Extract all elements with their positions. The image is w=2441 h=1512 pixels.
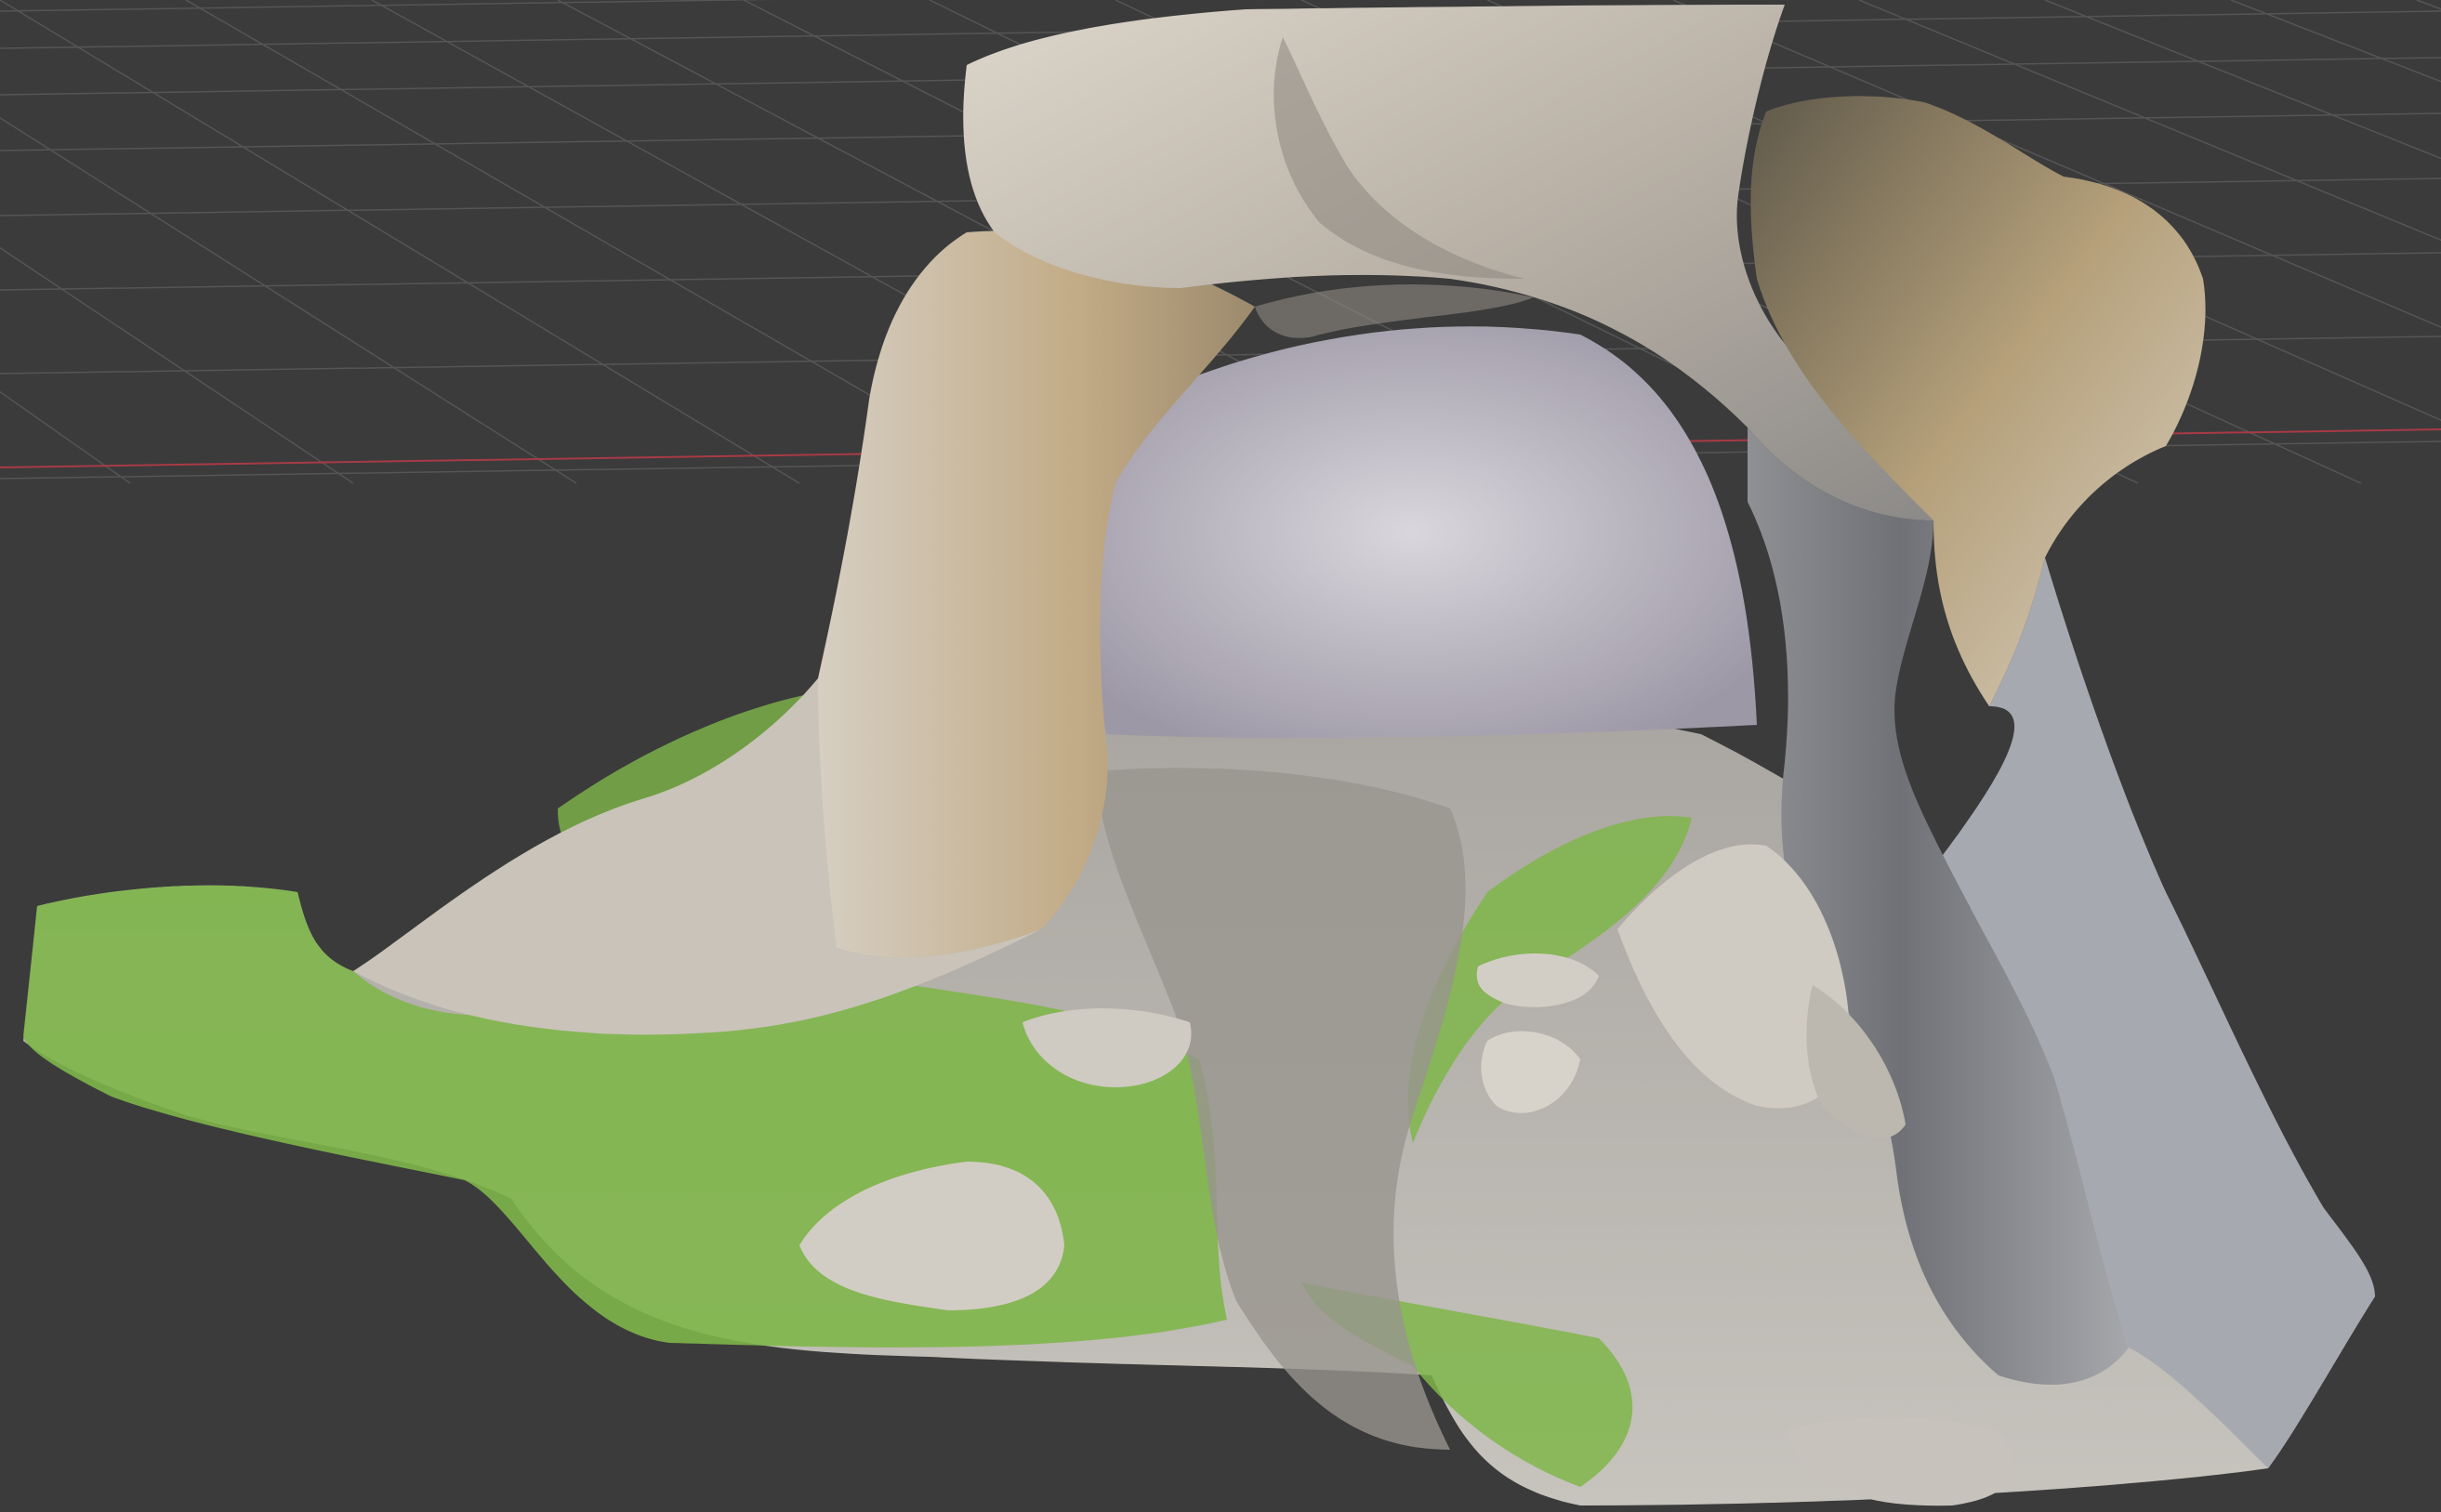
grid-line xyxy=(0,0,779,12)
scan-mesh[interactable] xyxy=(23,5,2375,1506)
grid-line xyxy=(0,390,131,484)
grid-line xyxy=(0,246,354,484)
3d-viewport[interactable] xyxy=(0,0,2441,1512)
viewport-canvas[interactable] xyxy=(0,0,2441,1512)
grid-line xyxy=(0,116,577,484)
grid-line xyxy=(0,0,800,484)
grid-line xyxy=(2230,0,2441,83)
